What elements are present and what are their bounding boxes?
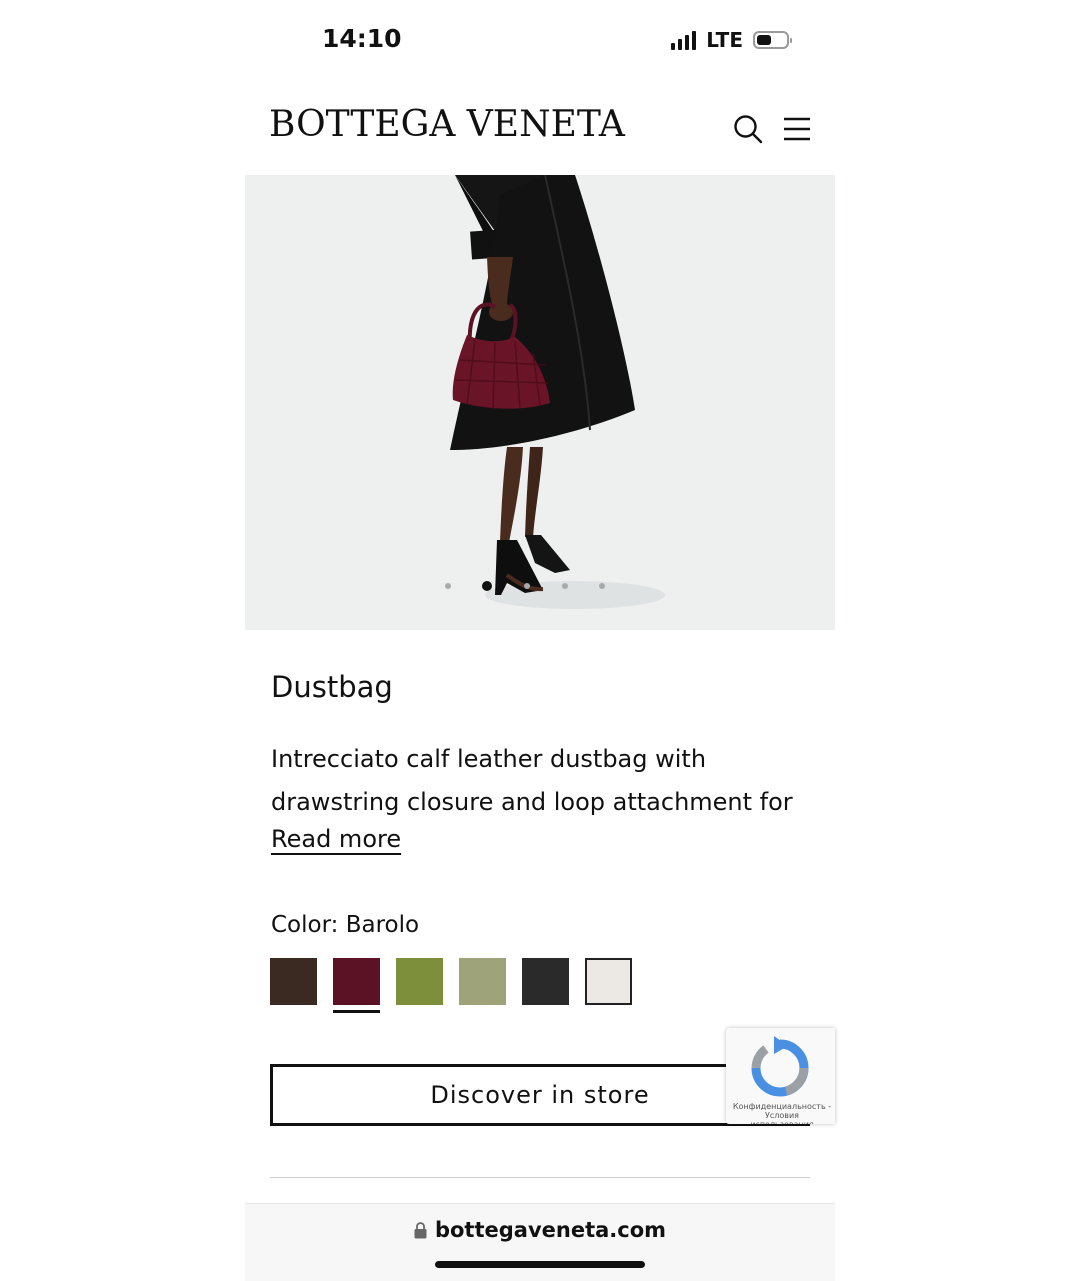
swatch-black[interactable]	[522, 958, 569, 1005]
product-photo	[450, 175, 665, 609]
product-title: Dustbag	[271, 670, 393, 704]
recaptcha-terms[interactable]: Условия использования	[732, 1111, 832, 1124]
phone-screen: 14:10 LTE BOTTEGA VENETA Dustbag Intrecc…	[245, 0, 835, 1281]
swatch-barolo[interactable]	[333, 958, 380, 1013]
carousel-dot[interactable]	[599, 583, 605, 589]
swatch-dark-brown[interactable]	[270, 958, 317, 1005]
carousel-dot-active[interactable]	[482, 581, 492, 591]
brand-logo[interactable]: BOTTEGA VENETA	[269, 104, 625, 145]
browser-address-bar[interactable]: bottegaveneta.com	[245, 1203, 835, 1281]
status-bar: 14:10 LTE	[245, 0, 835, 80]
product-image[interactable]	[245, 175, 835, 630]
lock-icon	[414, 1221, 427, 1238]
recaptcha-privacy[interactable]: Конфиденциальность -	[732, 1102, 832, 1111]
product-description: Intrecciato calf leather dustbag with dr…	[271, 745, 793, 816]
recaptcha-badge[interactable]: Конфиденциальность - Условия использован…	[726, 1028, 835, 1124]
status-indicators: LTE	[671, 28, 792, 52]
color-value: Barolo	[345, 912, 420, 938]
carousel-dot[interactable]	[562, 583, 568, 589]
url-text[interactable]: bottegaveneta.com	[435, 1218, 666, 1242]
signal-icon	[671, 30, 697, 50]
url-display[interactable]: bottegaveneta.com	[245, 1218, 835, 1244]
recaptcha-icon	[751, 1036, 809, 1097]
network-label: LTE	[706, 28, 743, 52]
color-swatches	[270, 958, 670, 1018]
color-label: Color:	[271, 912, 339, 938]
site-header: BOTTEGA VENETA	[245, 90, 835, 170]
search-icon[interactable]	[733, 114, 763, 144]
carousel-dot[interactable]	[445, 583, 451, 589]
carousel-dot[interactable]	[524, 583, 530, 589]
swatch-olive[interactable]	[396, 958, 443, 1005]
status-time: 14:10	[322, 24, 402, 53]
battery-icon	[753, 31, 792, 49]
divider	[270, 1177, 810, 1178]
color-selector-label: Color: Barolo	[271, 912, 419, 938]
carousel-dots	[245, 580, 835, 592]
recaptcha-links[interactable]: Конфиденциальность - Условия использован…	[732, 1102, 832, 1124]
menu-icon[interactable]	[783, 116, 811, 142]
swatch-sage[interactable]	[459, 958, 506, 1005]
read-more-link[interactable]: Read more	[271, 825, 401, 853]
home-indicator[interactable]	[435, 1261, 645, 1268]
swatch-cream[interactable]	[585, 958, 632, 1005]
